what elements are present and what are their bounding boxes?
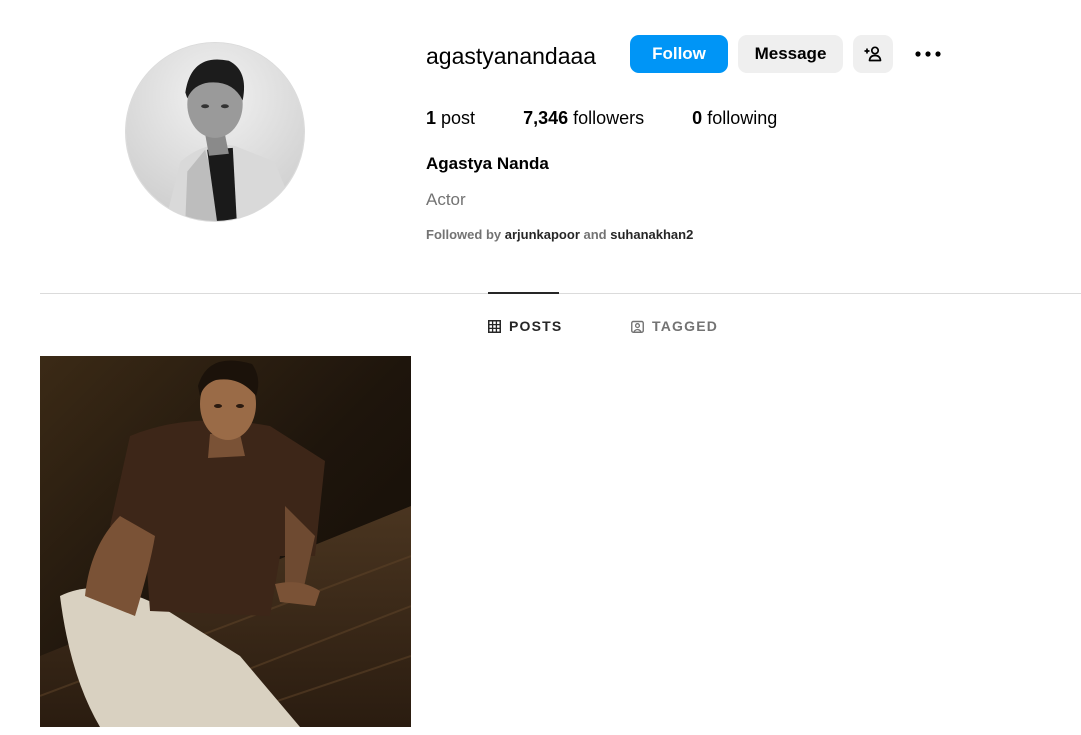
followers-link[interactable]: 7,346 followers (523, 108, 644, 129)
posts-number: 1 (426, 108, 437, 128)
tab-posts[interactable]: POSTS (488, 317, 562, 335)
tab-posts-label: POSTS (509, 318, 563, 334)
following-link[interactable]: 0 following (692, 108, 777, 129)
followers-label: followers (573, 108, 645, 128)
profile-avatar[interactable] (125, 42, 305, 222)
followed-by-prefix: Followed by (426, 227, 502, 242)
follow-button[interactable]: Follow (630, 35, 728, 73)
tabs-divider (40, 293, 1081, 294)
followed-by-joiner: and (583, 227, 607, 242)
post-thumbnail[interactable] (40, 356, 411, 727)
tagged-icon (631, 320, 644, 333)
profile-username: agastyanandaaa (426, 43, 597, 69)
profile-bio: Actor (426, 190, 466, 209)
active-tab-indicator (488, 292, 559, 294)
followed-by-account-2[interactable]: suhanakhan2 (610, 227, 693, 242)
posts-count: 1 post (426, 108, 475, 129)
followed-by[interactable]: Followed by arjunkapoor and suhanakhan2 (426, 227, 693, 242)
more-horizontal-icon (915, 51, 941, 57)
profile-page: agastyanandaaa Follow Message 1 post 7,3… (0, 0, 1081, 735)
more-options-button[interactable] (910, 38, 946, 70)
followed-by-account-1[interactable]: arjunkapoor (505, 227, 580, 242)
followers-number: 7,346 (523, 108, 569, 128)
tab-tagged[interactable]: TAGGED (631, 317, 718, 335)
suggested-accounts-button[interactable] (853, 35, 893, 73)
tab-tagged-label: TAGGED (652, 318, 719, 334)
following-label: following (707, 108, 778, 128)
add-person-icon (864, 46, 882, 62)
profile-stats: 1 post 7,346 followers 0 following (426, 108, 825, 129)
message-button[interactable]: Message (738, 35, 843, 73)
posts-label: post (441, 108, 476, 128)
following-number: 0 (692, 108, 703, 128)
grid-icon (488, 319, 501, 333)
profile-full-name: Agastya Nanda (426, 154, 549, 173)
